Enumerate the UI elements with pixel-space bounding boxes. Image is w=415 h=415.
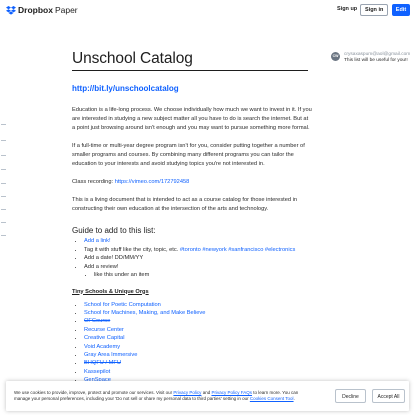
gutter-marker[interactable] <box>1 155 6 156</box>
product-name: Paper <box>54 5 78 15</box>
school-link[interactable]: School for Poetic Computation <box>84 302 161 308</box>
add-review-text: Add a review! <box>84 263 119 270</box>
gutter-marker[interactable] <box>1 222 6 223</box>
cookie-text-part: We use cookies to provide, improve, prot… <box>14 390 174 395</box>
guide-list: Add a link! Tag it with stuff like the c… <box>72 237 312 280</box>
gutter-marker[interactable] <box>1 235 6 236</box>
add-link-link[interactable]: Add a link! <box>84 238 111 244</box>
class-recording-link[interactable]: https://vimeo.com/172792458 <box>115 179 190 185</box>
list-item: Recurse Center <box>84 326 312 334</box>
sign-up-button[interactable]: Sign up <box>337 6 357 12</box>
comment-author: crysaxaspum@aol@gmail.com <box>344 52 411 57</box>
tag-links[interactable]: #toronto #newyork #sanfrancisco #electro… <box>180 247 295 253</box>
tag-instruction: Tag it with stuff like the city, topic, … <box>84 246 180 253</box>
tiny-schools-heading: Tiny Schools & Unique Orgs <box>72 288 149 295</box>
list-item: BHQFU / MFU <box>84 359 312 367</box>
cookie-text-part: . <box>293 396 295 401</box>
gutter-marker[interactable] <box>1 196 6 197</box>
school-link[interactable]: BHQFU / MFU <box>84 360 121 366</box>
programs-paragraph: If a full-time or multi-year degree prog… <box>72 143 305 167</box>
decline-button[interactable]: Decline <box>335 389 366 403</box>
school-link[interactable]: Creative Capital <box>84 335 124 341</box>
school-link[interactable]: Gray Area Immersive <box>84 352 137 358</box>
edit-button[interactable]: Edit <box>392 4 410 16</box>
list-item: Add a date! DD/MM/YY <box>84 254 312 263</box>
title-divider <box>72 70 308 71</box>
gutter-marker[interactable] <box>1 209 6 210</box>
school-link[interactable]: OFCourse <box>84 318 110 324</box>
sign-in-button[interactable]: Sign in <box>360 4 389 16</box>
list-item: OFCourse <box>84 317 312 325</box>
school-link[interactable]: Void Academy <box>84 344 120 350</box>
page: Dropbox Paper Sign up Sign in Edit Unsch… <box>0 0 415 415</box>
school-link[interactable]: School for Machines, Making, and Make Be… <box>84 310 205 316</box>
catalog-short-link[interactable]: http://bit.ly/unschoolcatalog <box>72 84 312 93</box>
school-link[interactable]: Kassepilot <box>84 369 110 375</box>
dropbox-paper-logo[interactable]: Dropbox Paper <box>6 5 78 15</box>
document-title: Unschool Catalog <box>72 50 193 67</box>
list-item: Tag it with stuff like the city, topic, … <box>84 246 312 255</box>
gutter-marker[interactable] <box>1 140 6 141</box>
class-recording-line: Class recording: https://vimeo.com/17279… <box>72 178 312 187</box>
comment-text: This list will be useful for you!! <box>344 58 408 63</box>
gutter-marker[interactable] <box>1 124 6 125</box>
cookie-notice-text: We use cookies to provide, improve, prot… <box>14 390 314 402</box>
list-item: Kassepilot <box>84 368 312 376</box>
school-link[interactable]: Recurse Center <box>84 327 124 333</box>
privacy-policy-link[interactable]: Privacy Policy <box>173 390 201 395</box>
nested-list: like this under an item <box>84 271 312 280</box>
list-item: Add a link! <box>84 237 312 246</box>
intro-paragraph: Education is a life-long process. We cho… <box>72 107 312 131</box>
accept-all-button[interactable]: Accept All <box>372 389 405 403</box>
list-item: like this under an item <box>94 271 312 280</box>
guide-heading: Guide to add to this list: <box>72 226 156 235</box>
list-item: School for Machines, Making, and Make Be… <box>84 309 312 317</box>
living-document-paragraph: This is a living document that is intend… <box>72 197 298 212</box>
cookie-banner: We use cookies to provide, improve, prot… <box>6 381 409 411</box>
avatar: CW <box>331 52 340 61</box>
list-item: School for Poetic Computation <box>84 301 312 309</box>
brand-name: Dropbox <box>18 5 53 15</box>
list-item: Add a review! like this under an item <box>84 263 312 280</box>
schools-list: School for Poetic Computation School for… <box>72 301 312 385</box>
top-bar: Dropbox Paper Sign up Sign in Edit <box>0 0 415 22</box>
gutter-marker[interactable] <box>1 183 6 184</box>
cookies-consent-tool-link[interactable]: Cookies Consent Tool <box>250 396 294 401</box>
list-item: Void Academy <box>84 343 312 351</box>
gutter-marker[interactable] <box>1 169 6 170</box>
list-item: Gray Area Immersive <box>84 351 312 359</box>
class-recording-label: Class recording: <box>72 179 115 185</box>
document-body: Unschool Catalog http://bit.ly/unschoolc… <box>72 50 312 385</box>
list-item: Creative Capital <box>84 334 312 342</box>
privacy-faqs-link[interactable]: Privacy Policy FAQs <box>211 390 252 395</box>
cookie-text-part: and <box>201 390 212 395</box>
dropbox-icon <box>6 5 16 15</box>
